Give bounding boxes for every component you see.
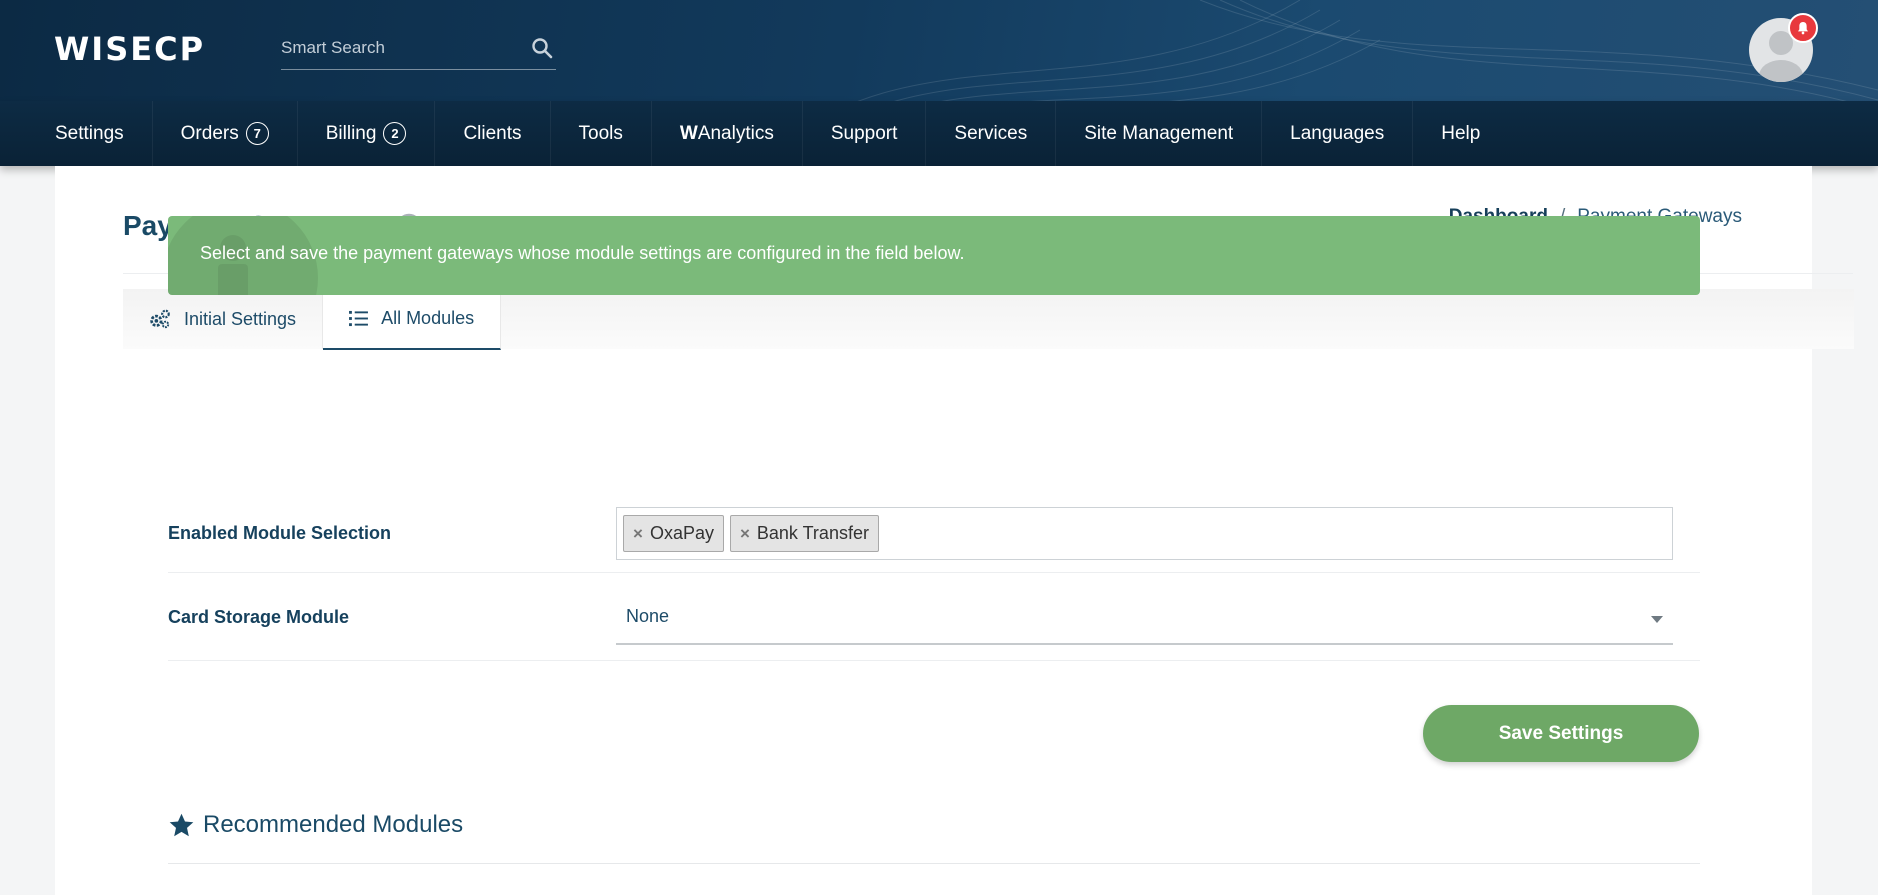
tab-label: All Modules: [381, 308, 475, 328]
divider: [168, 863, 1700, 864]
card-storage-select[interactable]: None: [616, 590, 1673, 645]
tab-initial-settings[interactable]: Initial Settings: [123, 289, 324, 349]
nav-label: Languages: [1290, 122, 1385, 144]
nav-label: Clients: [463, 122, 522, 144]
tabs-bar: Initial Settings All Modules: [123, 289, 1854, 350]
notification-badge[interactable]: [1788, 13, 1818, 43]
list-icon: [349, 310, 369, 327]
nav-label: Services: [954, 122, 1028, 144]
main-nav: Settings Orders 7 Billing 2 Clients Tools …: [0, 101, 1878, 166]
search-icon[interactable]: [530, 36, 554, 60]
nav-item-orders[interactable]: Orders 7: [153, 101, 298, 166]
star-icon: [169, 813, 194, 836]
card-storage-label: Card Storage Module: [168, 607, 350, 627]
orders-count-badge: 7: [245, 122, 269, 145]
enabled-module-label: Enabled Module Selection: [168, 523, 392, 543]
nav-item-help[interactable]: Help: [1413, 101, 1508, 166]
nav-label: Billing: [325, 122, 377, 144]
smart-search: [281, 28, 556, 70]
top-header: WISECP: [0, 0, 1878, 101]
nav-label: Tools: [578, 122, 623, 144]
tab-label: Initial Settings: [184, 308, 297, 329]
recommended-modules-title: Recommended Modules: [203, 811, 464, 838]
card-storage-value: None: [626, 606, 670, 626]
info-alert: Select and save the payment gateways who…: [168, 216, 1700, 295]
module-tag: × OxaPay: [623, 515, 724, 552]
remove-tag-icon[interactable]: ×: [633, 524, 643, 544]
tab-all-modules[interactable]: All Modules: [323, 289, 502, 350]
nav-label: Settings: [55, 122, 124, 144]
nav-label: Orders: [180, 122, 239, 144]
recommended-modules-heading: Recommended Modules: [168, 811, 463, 839]
nav-item-tools[interactable]: Tools: [551, 101, 652, 166]
enabled-module-row: Enabled Module Selection × OxaPay × Bank…: [168, 507, 1700, 573]
gears-icon: [150, 309, 170, 329]
nav-label: Support: [830, 122, 898, 144]
billing-count-badge: 2: [383, 122, 407, 145]
nav-item-billing[interactable]: Billing 2: [298, 101, 436, 166]
search-input[interactable]: [281, 28, 521, 68]
nav-item-support[interactable]: Support: [803, 101, 927, 166]
nav-item-clients[interactable]: Clients: [435, 101, 551, 166]
nav-label-prefix: W: [679, 122, 698, 144]
nav-label: Site Management: [1084, 122, 1234, 144]
module-tag-label: Bank Transfer: [756, 523, 869, 543]
bell-icon: [1798, 22, 1808, 35]
enabled-module-multiselect[interactable]: × OxaPay × Bank Transfer: [616, 507, 1673, 560]
module-tag-label: OxaPay: [649, 523, 714, 543]
card-storage-row: Card Storage Module None: [168, 590, 1700, 661]
nav-item-settings[interactable]: Settings: [27, 101, 153, 166]
alert-message: Select and save the payment gateways who…: [200, 243, 965, 263]
nav-item-languages[interactable]: Languages: [1262, 101, 1414, 166]
nav-label: Analytics: [697, 122, 774, 144]
nav-item-wanalytics[interactable]: W Analytics: [652, 101, 803, 166]
nav-item-services[interactable]: Services: [926, 101, 1057, 166]
nav-label: Help: [1441, 122, 1481, 144]
nav-item-site-management[interactable]: Site Management: [1056, 101, 1263, 166]
wisecp-logo[interactable]: WISECP: [54, 30, 205, 68]
save-settings-button[interactable]: Save Settings: [1423, 705, 1699, 762]
remove-tag-icon[interactable]: ×: [740, 524, 750, 544]
caret-down-icon: [1651, 616, 1663, 623]
module-tag: × Bank Transfer: [729, 515, 879, 552]
